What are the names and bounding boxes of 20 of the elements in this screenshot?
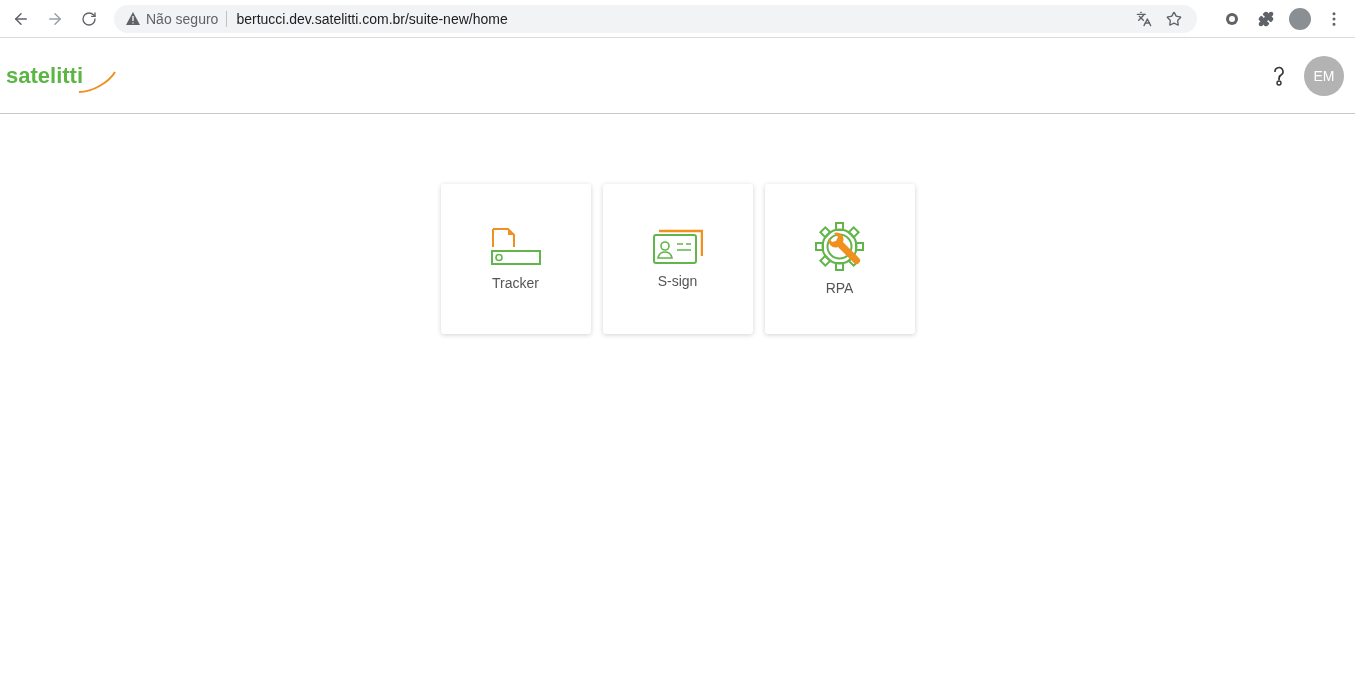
printer-icon xyxy=(490,227,541,267)
bookmark-star-icon[interactable] xyxy=(1166,10,1182,27)
app-label: Tracker xyxy=(492,275,539,291)
app-label: S-sign xyxy=(657,273,698,289)
id-card-icon xyxy=(652,229,703,265)
help-icon[interactable] xyxy=(1272,64,1286,87)
app-card[interactable]: S-sign xyxy=(602,184,753,334)
address-bar[interactable]: Não seguro bertucci.dev.satelitti.com.br/suite-new/home xyxy=(114,4,1197,33)
profile-avatar[interactable] xyxy=(1289,7,1311,30)
gear-wrench-icon xyxy=(814,222,865,272)
puzzle-icon[interactable] xyxy=(1258,10,1274,27)
url-text: bertucci.dev.satelitti.com.br/suite-new/home xyxy=(236,10,509,27)
app-card[interactable]: RPA xyxy=(764,184,915,334)
translate-icon[interactable] xyxy=(1136,10,1152,27)
extension-icon[interactable] xyxy=(1225,11,1239,26)
reload-icon[interactable] xyxy=(81,10,97,27)
security-label: Não seguro xyxy=(146,10,228,27)
warning-icon xyxy=(126,12,140,25)
app-label: RPA xyxy=(825,280,854,296)
app-card[interactable]: Tracker xyxy=(440,184,591,334)
